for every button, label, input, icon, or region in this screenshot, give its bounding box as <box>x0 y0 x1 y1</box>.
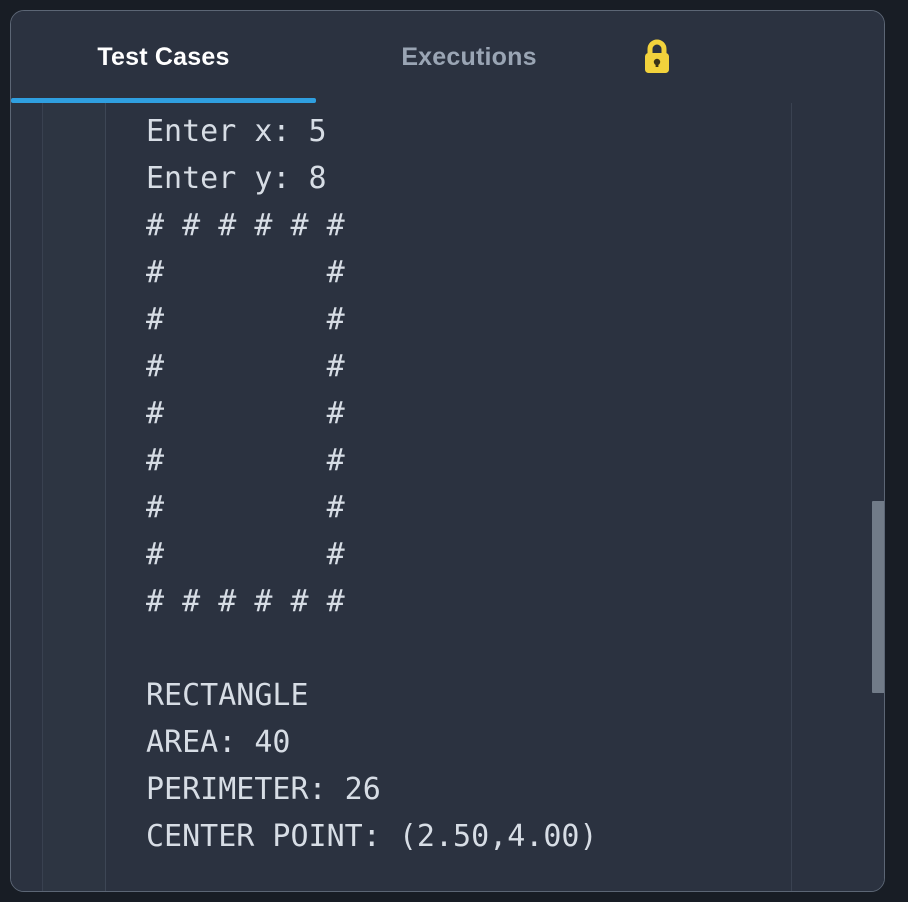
left-rail <box>11 103 43 891</box>
console-line: # # # # # # <box>146 584 345 619</box>
console-line: RECTANGLE <box>146 678 309 713</box>
lock-closed-icon[interactable] <box>622 11 692 103</box>
tab-executions-label: Executions <box>401 42 537 71</box>
test-cases-panel: Test Cases Executions Enter x: 5 Enter y:… <box>10 10 885 892</box>
console-output[interactable]: Enter x: 5 Enter y: 8 # # # # # # # # # # # #… <box>106 103 792 891</box>
vertical-scrollbar-thumb[interactable] <box>872 501 884 693</box>
scrollbar-region <box>792 103 884 891</box>
tab-test-cases[interactable]: Test Cases <box>11 11 316 103</box>
panel-body: Enter x: 5 Enter y: 8 # # # # # # # # # # # #… <box>11 103 884 891</box>
console-line: # # <box>146 490 345 525</box>
console-line: # # <box>146 537 345 572</box>
console-line: # # <box>146 396 345 431</box>
console-line: PERIMETER: 26 <box>146 772 381 807</box>
tab-test-cases-label: Test Cases <box>97 42 230 71</box>
console-line: Enter x: 5 <box>146 114 327 149</box>
console-line: # # # # # # <box>146 208 345 243</box>
gutter-column <box>43 103 106 891</box>
vertical-scrollbar-track[interactable] <box>872 103 884 891</box>
console-output-text: Enter x: 5 Enter y: 8 # # # # # # # # # # # #… <box>146 108 791 860</box>
console-line: # # <box>146 349 345 384</box>
console-line: Enter y: 8 <box>146 161 327 196</box>
console-line: # # <box>146 255 345 290</box>
console-line: # # <box>146 443 345 478</box>
console-line: AREA: 40 <box>146 725 291 760</box>
console-line: CENTER POINT: (2.50,4.00) <box>146 819 598 854</box>
tab-bar: Test Cases Executions <box>11 11 884 104</box>
tab-executions[interactable]: Executions <box>316 11 622 103</box>
console-line: # # <box>146 302 345 337</box>
